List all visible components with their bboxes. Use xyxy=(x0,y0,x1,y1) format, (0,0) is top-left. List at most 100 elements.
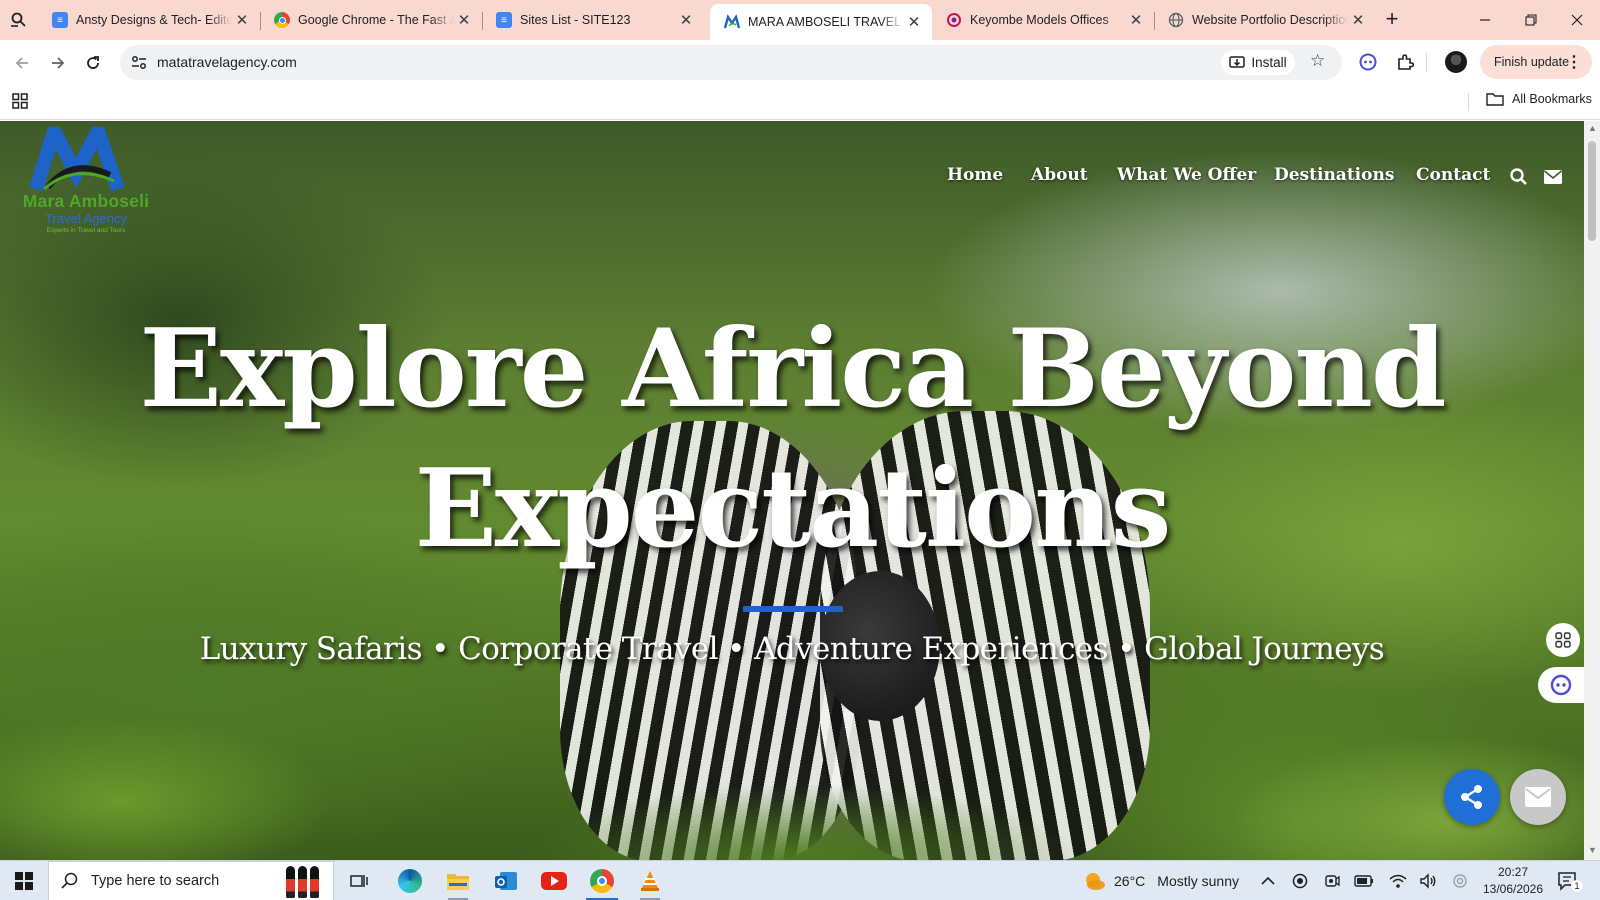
file-explorer-icon[interactable] xyxy=(434,861,482,900)
address-bar[interactable]: matatravelagency.com Install ☆ xyxy=(120,45,1342,80)
taskbar-search-placeholder: Type here to search xyxy=(91,873,220,889)
weather-widget[interactable]: 26°C Mostly sunny xyxy=(1082,861,1239,900)
globe-icon xyxy=(1168,12,1184,28)
tab-title: Keyombe Models Offices xyxy=(970,13,1109,27)
volume-icon[interactable] xyxy=(1418,871,1438,891)
hero-divider xyxy=(743,606,843,612)
site-logo-icon xyxy=(724,14,740,30)
outlook-icon[interactable] xyxy=(482,861,530,900)
hero-section: Mara Amboseli Travel Agency Experts in T… xyxy=(0,121,1584,860)
side-apps-icon[interactable] xyxy=(1546,623,1580,657)
all-bookmarks-button[interactable]: All Bookmarks xyxy=(1486,92,1592,106)
network-status-icon[interactable] xyxy=(1450,871,1470,891)
back-button[interactable] xyxy=(9,50,35,76)
copilot-icon[interactable] xyxy=(1356,50,1380,74)
browser-toolbar: matatravelagency.com Install ☆ Finish up… xyxy=(0,40,1600,85)
battery-icon[interactable] xyxy=(1354,871,1374,891)
show-hidden-icons-chevron-icon[interactable] xyxy=(1258,871,1278,891)
minimize-button[interactable] xyxy=(1462,0,1508,40)
search-icon[interactable] xyxy=(1509,167,1529,192)
forward-button[interactable] xyxy=(45,50,71,76)
wifi-icon[interactable] xyxy=(1388,871,1408,891)
reload-button[interactable] xyxy=(80,50,106,76)
start-button[interactable] xyxy=(0,861,48,900)
side-copilot-icon[interactable] xyxy=(1538,667,1584,703)
notification-center-icon[interactable]: 1 xyxy=(1556,869,1583,893)
bookmark-star-icon[interactable]: ☆ xyxy=(1310,51,1325,71)
hero-title: Explore Africa Beyond Expectations xyxy=(0,299,1584,579)
site-navigation: Home About What We Offer Destinations Co… xyxy=(0,165,1584,195)
url-text[interactable]: matatravelagency.com xyxy=(157,54,297,70)
edge-icon[interactable] xyxy=(386,861,434,900)
nav-about[interactable]: About xyxy=(1031,165,1088,185)
restore-button[interactable] xyxy=(1508,0,1554,40)
share-icon xyxy=(1461,785,1482,809)
bookmarks-bar: All Bookmarks xyxy=(0,85,1600,120)
install-label: Install xyxy=(1251,55,1287,70)
screen: ≡ Ansty Designs & Tech- Editor ✕ Google … xyxy=(0,0,1600,900)
weather-description: Mostly sunny xyxy=(1157,873,1239,889)
apps-grid-icon[interactable] xyxy=(12,93,28,109)
chrome-taskbar-icon[interactable] xyxy=(578,861,626,900)
install-icon xyxy=(1229,55,1246,68)
task-view-icon[interactable] xyxy=(336,861,384,900)
scroll-down-arrow-icon[interactable]: ▼ xyxy=(1588,845,1597,855)
page-scrollbar[interactable]: ▲ ▼ xyxy=(1584,121,1600,860)
tab-mara-amboseli[interactable]: MARA AMBOSELI TRAVEL AGENCY ✕ xyxy=(710,4,932,40)
close-tab-icon[interactable]: ✕ xyxy=(904,13,924,31)
nav-what-we-offer[interactable]: What We Offer xyxy=(1117,165,1256,185)
scroll-thumb[interactable] xyxy=(1588,141,1596,241)
close-window-button[interactable] xyxy=(1554,0,1600,40)
taskbar-search-box[interactable]: Type here to search xyxy=(48,861,334,900)
finish-update-button[interactable]: Finish update ⋮ xyxy=(1480,45,1592,79)
site-info-icon[interactable] xyxy=(129,53,149,73)
nav-contact[interactable]: Contact xyxy=(1416,165,1490,185)
record-icon[interactable] xyxy=(1290,871,1310,891)
tab-sites-list[interactable]: ≡ Sites List - SITE123 ✕ xyxy=(482,4,704,36)
tab-strip: ≡ Ansty Designs & Tech- Editor ✕ Google … xyxy=(0,0,1600,40)
docs-icon: ≡ xyxy=(496,12,512,28)
logo-subtitle: Travel Agency xyxy=(45,211,127,226)
vlc-icon[interactable] xyxy=(626,861,674,900)
share-button[interactable] xyxy=(1444,769,1500,825)
all-bookmarks-label: All Bookmarks xyxy=(1512,92,1592,106)
chrome-icon xyxy=(274,12,290,28)
hero-title-line1: Explore Africa Beyond xyxy=(139,306,1447,432)
new-tab-button[interactable]: + xyxy=(1380,8,1404,32)
logo-tagline: Experts in Travel and Tours xyxy=(46,227,126,234)
finish-update-label: Finish update xyxy=(1494,55,1570,69)
close-tab-icon[interactable]: ✕ xyxy=(676,11,696,29)
search-icon xyxy=(61,872,78,889)
tab-title: Google Chrome - The Fast & Secure Web Br… xyxy=(298,13,454,27)
scroll-up-arrow-icon[interactable]: ▲ xyxy=(1588,123,1597,133)
sun-cloud-icon xyxy=(1086,873,1105,890)
profile-avatar[interactable] xyxy=(1444,50,1468,74)
mail-icon xyxy=(1525,787,1551,807)
tab-website-portfolio[interactable]: Website Portfolio Description ✕ xyxy=(1154,4,1376,36)
close-tab-icon[interactable]: ✕ xyxy=(454,11,474,29)
extensions-icon[interactable] xyxy=(1393,50,1417,74)
docs-icon: ≡ xyxy=(52,12,68,28)
close-tab-icon[interactable]: ✕ xyxy=(232,11,252,29)
taskbar-clock[interactable]: 20:27 13/06/2026 xyxy=(1480,864,1546,898)
email-button[interactable] xyxy=(1510,769,1566,825)
tab-search-icon[interactable] xyxy=(6,8,32,32)
nav-home[interactable]: Home xyxy=(947,165,1003,185)
tab-google-chrome[interactable]: Google Chrome - The Fast & Secure Web Br… xyxy=(260,4,482,36)
nav-destinations[interactable]: Destinations xyxy=(1274,165,1394,185)
clock-date: 13/06/2026 xyxy=(1482,882,1544,896)
install-button[interactable]: Install xyxy=(1221,50,1295,75)
windows-taskbar: Type here to search 26°C Mostly sunny 20… xyxy=(0,860,1600,900)
tab-ansty-designs[interactable]: ≡ Ansty Designs & Tech- Editor ✕ xyxy=(38,4,260,36)
weather-temperature: 26°C xyxy=(1114,873,1146,889)
close-tab-icon[interactable]: ✕ xyxy=(1348,11,1368,29)
envelope-icon[interactable] xyxy=(1543,169,1563,190)
menu-dots-icon[interactable]: ⋮ xyxy=(1566,52,1582,72)
hero-subtitle: Luxury Safaris • Corporate Travel • Adve… xyxy=(199,631,1385,667)
hero-title-line2: Expectations xyxy=(414,446,1172,572)
meet-now-icon[interactable] xyxy=(1322,871,1342,891)
site-icon xyxy=(946,12,962,28)
close-tab-icon[interactable]: ✕ xyxy=(1126,11,1146,29)
youtube-icon[interactable] xyxy=(530,861,578,900)
tab-keyombe-models[interactable]: Keyombe Models Offices ✕ xyxy=(932,4,1154,36)
